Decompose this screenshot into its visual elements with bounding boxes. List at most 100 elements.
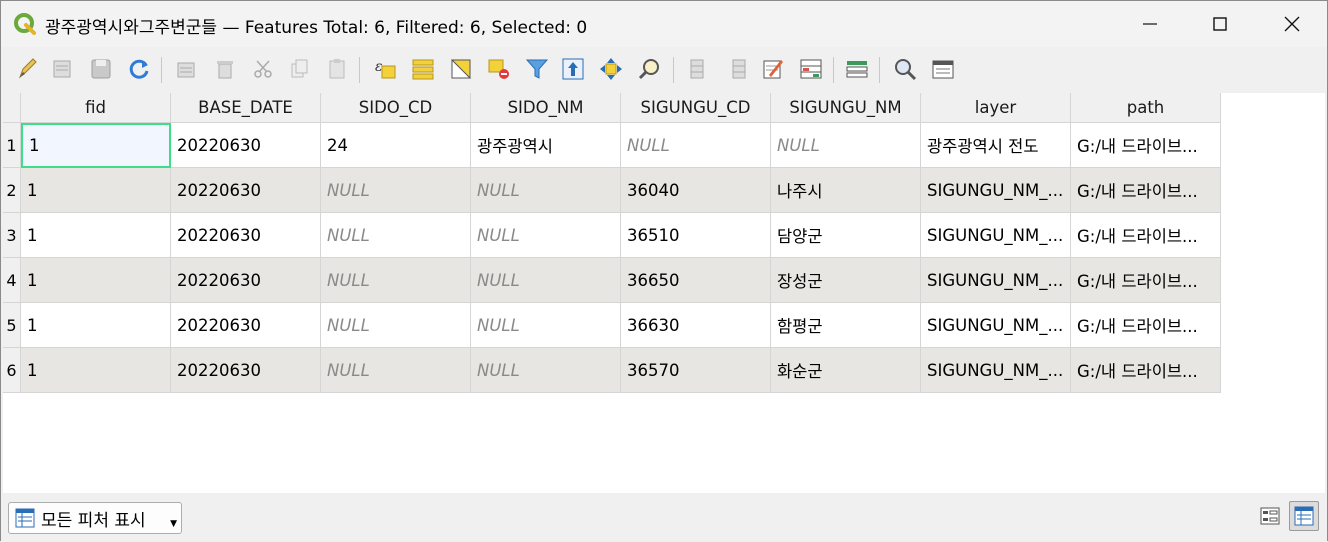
column-header-sigungu-cd[interactable]: SIGUNGU_CD xyxy=(621,93,771,123)
table-cell-fid[interactable]: 1 xyxy=(21,213,171,258)
paste-button[interactable] xyxy=(323,55,351,83)
reload-button[interactable] xyxy=(125,55,153,83)
table-cell-sigungu-nm[interactable]: 함평군 xyxy=(771,303,921,348)
table-cell-fid[interactable]: 1 xyxy=(21,168,171,213)
table-cell-sigungu-nm[interactable]: NULL xyxy=(771,123,921,168)
table-cell-path[interactable]: G:/내 드라이브... xyxy=(1071,168,1221,213)
form-view-button[interactable] xyxy=(1255,501,1285,531)
table-row[interactable]: 4 1 20220630 NULL NULL 36650 장성군 SIGUNGU_NM_...… xyxy=(3,258,1221,303)
table-cell-sido-nm[interactable]: NULL xyxy=(471,168,621,213)
column-header-sido-nm[interactable]: SIDO_NM xyxy=(471,93,621,123)
show-all-features-dropdown[interactable]: 모든 피처 표시 ▼ xyxy=(8,502,182,534)
table-row[interactable]: 5 1 20220630 NULL NULL 36630 함평군 SIGUNGU_NM_...… xyxy=(3,303,1221,348)
column-header-sigungu-nm[interactable]: SIGUNGU_NM xyxy=(771,93,921,123)
table-cell-path[interactable]: G:/내 드라이브... xyxy=(1071,123,1221,168)
corner-button[interactable] xyxy=(3,93,21,123)
table-cell-sido-cd[interactable]: 24 xyxy=(321,123,471,168)
zoom-to-selected-button[interactable] xyxy=(635,55,663,83)
table-cell-sido-nm[interactable]: NULL xyxy=(471,258,621,303)
organize-columns-button[interactable] xyxy=(843,55,871,83)
table-row[interactable]: 2 1 20220630 NULL NULL 36040 나주시 SIGUNGU_NM_...… xyxy=(3,168,1221,213)
table-cell-base-date[interactable]: 20220630 xyxy=(171,213,321,258)
table-cell-layer[interactable]: 광주광역시 전도 xyxy=(921,123,1071,168)
table-cell-fid[interactable]: 1 xyxy=(21,258,171,303)
table-cell-fid[interactable]: 1 xyxy=(21,348,171,393)
move-selection-to-top-button[interactable] xyxy=(559,55,587,83)
table-cell-sigungu-cd[interactable]: 36510 xyxy=(621,213,771,258)
table-cell-sigungu-nm[interactable]: 화순군 xyxy=(771,348,921,393)
table-row[interactable]: 3 1 20220630 NULL NULL 36510 담양군 SIGUNGU_NM_...… xyxy=(3,213,1221,258)
table-cell-sido-cd[interactable]: NULL xyxy=(321,348,471,393)
table-cell-sigungu-cd[interactable]: 36630 xyxy=(621,303,771,348)
table-cell-sigungu-cd[interactable]: 36650 xyxy=(621,258,771,303)
table-cell-base-date[interactable]: 20220630 xyxy=(171,168,321,213)
table-cell-sido-cd[interactable]: NULL xyxy=(321,213,471,258)
table-cell-sido-nm[interactable]: NULL xyxy=(471,213,621,258)
save-edits-button[interactable] xyxy=(87,55,115,83)
table-cell-sigungu-nm[interactable]: 장성군 xyxy=(771,258,921,303)
table-icon xyxy=(15,508,35,528)
table-row[interactable]: 1 1 20220630 24 광주광역시 NULL NULL 광주광역시 전도 G:/내 드라… xyxy=(3,123,1221,168)
table-cell-sido-nm[interactable]: NULL xyxy=(471,303,621,348)
table-cell-layer[interactable]: SIGUNGU_NM_... xyxy=(921,348,1071,393)
column-header-fid[interactable]: fid xyxy=(21,93,171,123)
table-cell-sido-cd[interactable]: NULL xyxy=(321,303,471,348)
table-cell-layer[interactable]: SIGUNGU_NM_... xyxy=(921,168,1071,213)
table-cell-layer[interactable]: SIGUNGU_NM_... xyxy=(921,258,1071,303)
new-field-button[interactable] xyxy=(685,55,713,83)
actions-button[interactable] xyxy=(891,55,919,83)
pan-to-selected-button[interactable] xyxy=(597,55,625,83)
table-cell-sigungu-cd[interactable]: 36570 xyxy=(621,348,771,393)
add-feature-button[interactable] xyxy=(173,55,201,83)
table-cell-base-date[interactable]: 20220630 xyxy=(171,123,321,168)
table-cell-path[interactable]: G:/내 드라이브... xyxy=(1071,258,1221,303)
table-cell-base-date[interactable]: 20220630 xyxy=(171,303,321,348)
delete-field-button[interactable] xyxy=(723,55,751,83)
column-header-base-date[interactable]: BASE_DATE xyxy=(171,93,321,123)
table-cell-layer[interactable]: SIGUNGU_NM_... xyxy=(921,213,1071,258)
table-cell-sido-cd[interactable]: NULL xyxy=(321,258,471,303)
maximize-button[interactable] xyxy=(1197,1,1243,47)
column-header-path[interactable]: path xyxy=(1071,93,1221,123)
table-cell-sido-nm[interactable]: NULL xyxy=(471,348,621,393)
table-cell-path[interactable]: G:/내 드라이브... xyxy=(1071,303,1221,348)
table-cell-sigungu-cd[interactable]: NULL xyxy=(621,123,771,168)
column-header-sido-cd[interactable]: SIDO_CD xyxy=(321,93,471,123)
table-row[interactable]: 6 1 20220630 NULL NULL 36570 화순군 SIGUNGU_NM_...… xyxy=(3,348,1221,393)
copy-button[interactable] xyxy=(285,55,313,83)
table-cell-sigungu-nm[interactable]: 담양군 xyxy=(771,213,921,258)
row-number[interactable]: 1 xyxy=(3,123,21,168)
table-cell-sido-nm[interactable]: 광주광역시 xyxy=(471,123,621,168)
table-cell-sido-cd[interactable]: NULL xyxy=(321,168,471,213)
deselect-all-button[interactable] xyxy=(485,55,513,83)
table-cell-fid[interactable]: 1 xyxy=(21,303,171,348)
invert-selection-button[interactable] xyxy=(447,55,475,83)
select-by-expression-button[interactable]: ε xyxy=(371,55,399,83)
table-cell-path[interactable]: G:/내 드라이브... xyxy=(1071,348,1221,393)
row-number[interactable]: 3 xyxy=(3,213,21,258)
row-number[interactable]: 4 xyxy=(3,258,21,303)
multi-edit-button[interactable] xyxy=(49,55,77,83)
table-cell-path[interactable]: G:/내 드라이브... xyxy=(1071,213,1221,258)
close-button[interactable] xyxy=(1269,1,1315,47)
row-number[interactable]: 2 xyxy=(3,168,21,213)
conditional-formatting-button[interactable] xyxy=(797,55,825,83)
table-cell-fid[interactable]: 1 xyxy=(21,123,171,168)
table-view-button[interactable] xyxy=(1289,501,1319,531)
filter-button[interactable] xyxy=(523,55,551,83)
table-cell-layer[interactable]: SIGUNGU_NM_... xyxy=(921,303,1071,348)
table-cell-sigungu-nm[interactable]: 나주시 xyxy=(771,168,921,213)
column-header-layer[interactable]: layer xyxy=(921,93,1071,123)
table-cell-sigungu-cd[interactable]: 36040 xyxy=(621,168,771,213)
row-number[interactable]: 6 xyxy=(3,348,21,393)
field-calculator-button[interactable] xyxy=(759,55,787,83)
delete-feature-button[interactable] xyxy=(211,55,239,83)
row-number[interactable]: 5 xyxy=(3,303,21,348)
toggle-editing-button[interactable] xyxy=(13,55,41,83)
minimize-button[interactable] xyxy=(1127,1,1173,47)
dock-table-button[interactable] xyxy=(929,55,957,83)
table-cell-base-date[interactable]: 20220630 xyxy=(171,348,321,393)
cut-button[interactable] xyxy=(249,55,277,83)
table-cell-base-date[interactable]: 20220630 xyxy=(171,258,321,303)
select-all-button[interactable] xyxy=(409,55,437,83)
